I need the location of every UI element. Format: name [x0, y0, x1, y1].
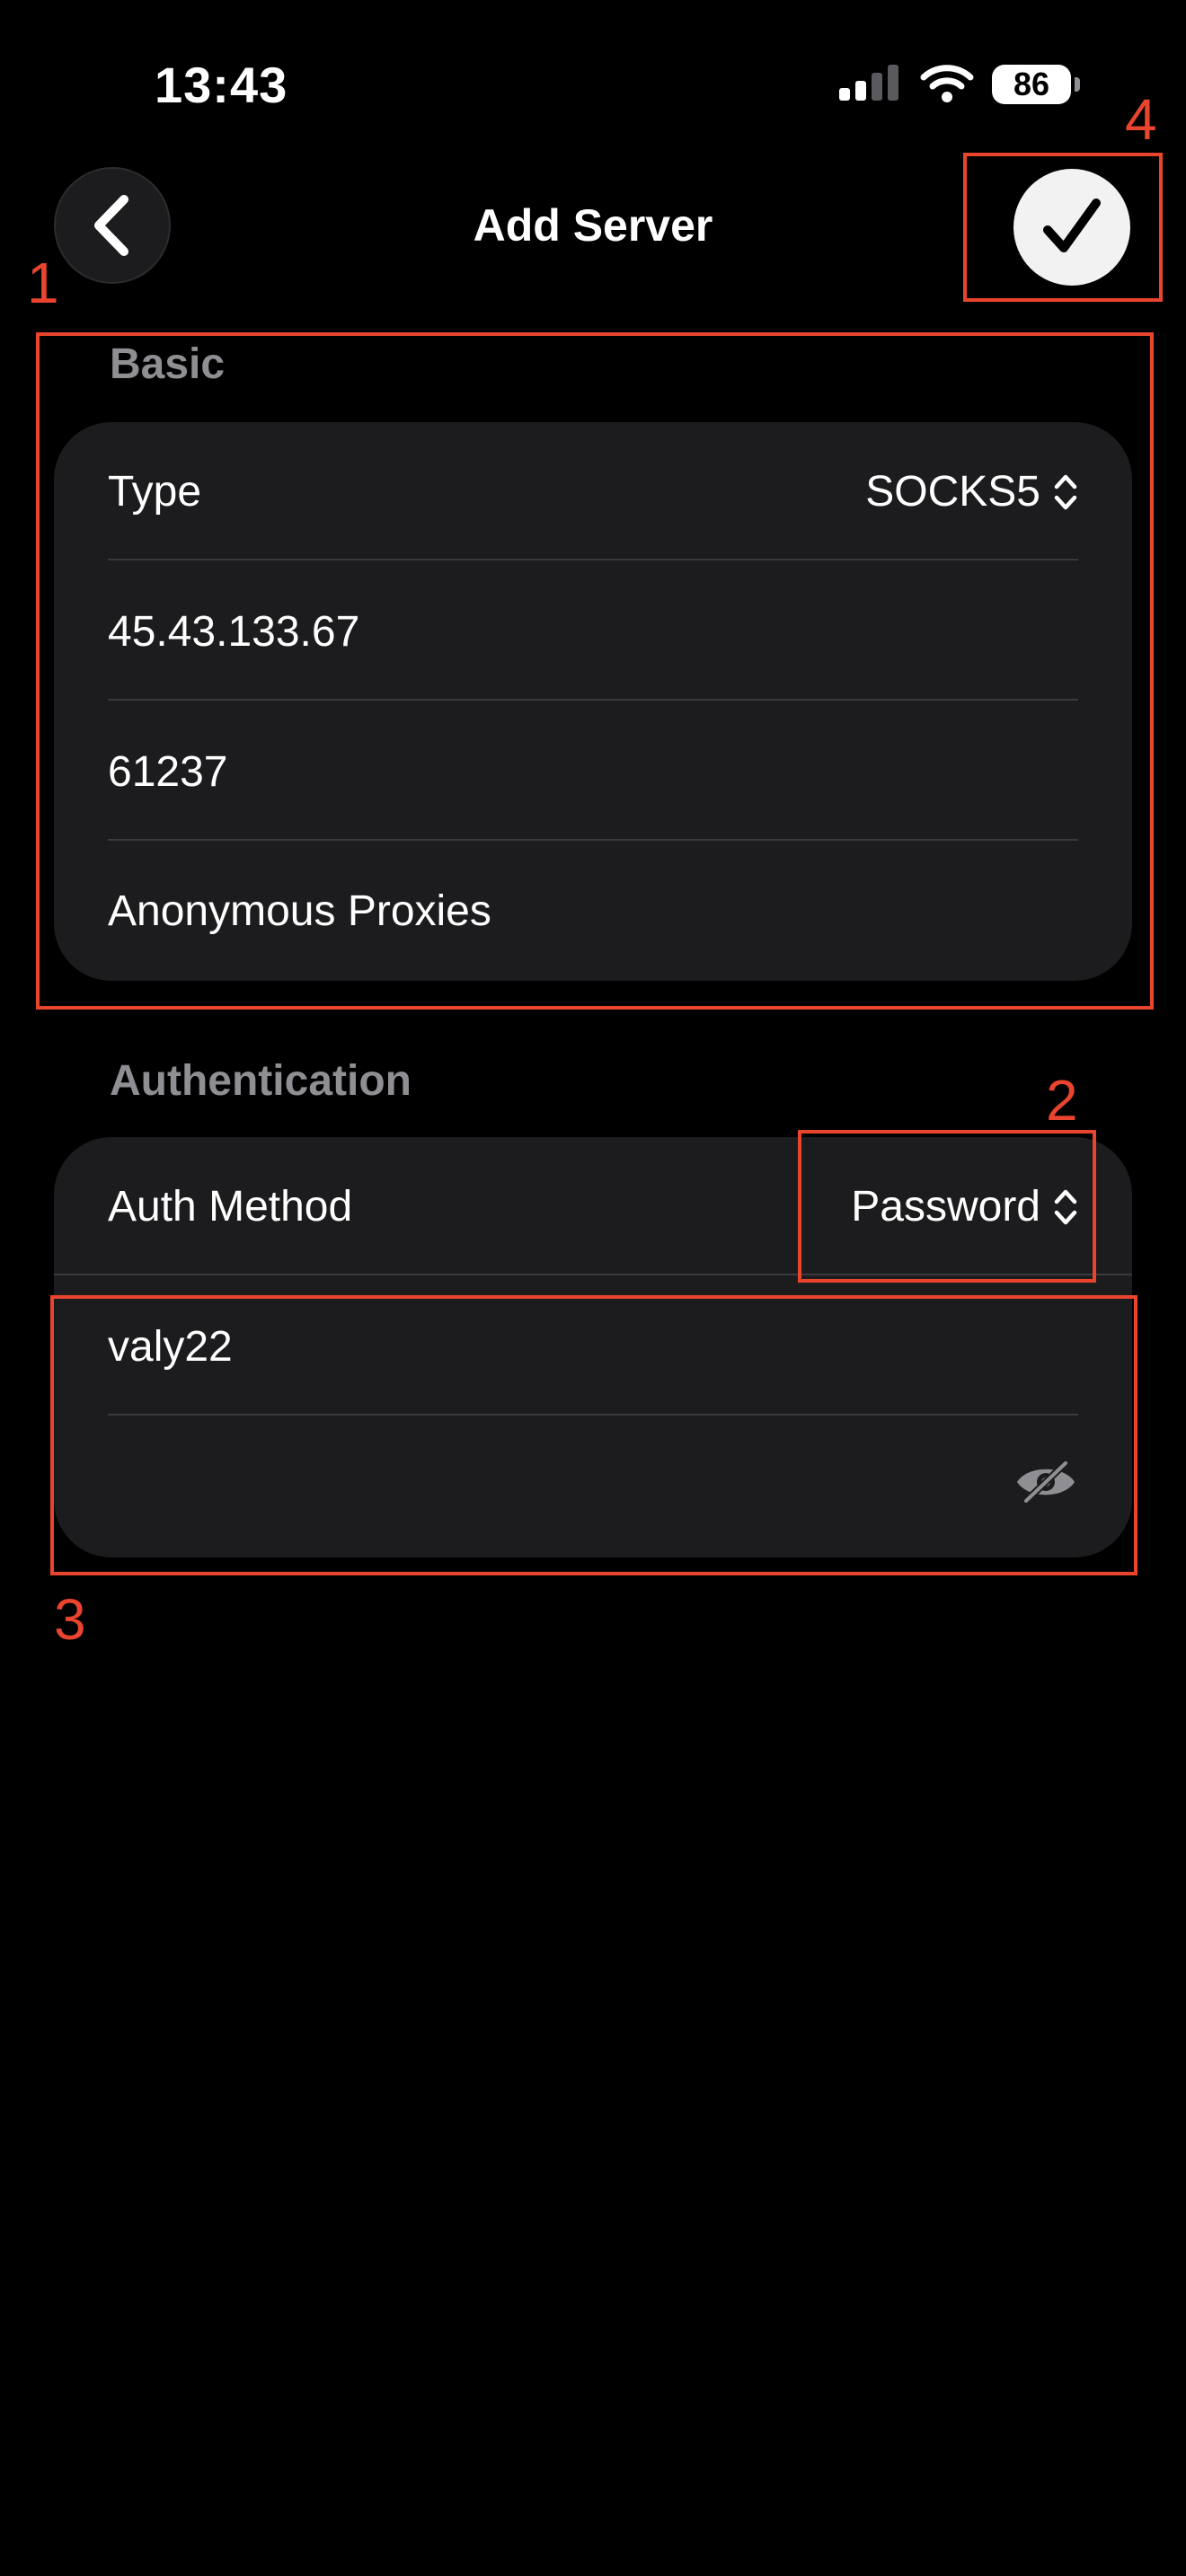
battery-icon: 86 — [992, 65, 1080, 104]
annotation-label-2: 2 — [1046, 1068, 1078, 1133]
cellular-signal-icon — [839, 65, 902, 105]
auth-method-label: Auth Method — [108, 1183, 353, 1231]
annotation-label-3: 3 — [54, 1587, 86, 1652]
section-header-authentication: Authentication — [110, 1057, 412, 1105]
annotation-box-4 — [963, 153, 1163, 302]
wifi-icon — [920, 63, 974, 107]
annotation-box-3 — [50, 1295, 1137, 1575]
annotation-label-4: 4 — [1125, 87, 1157, 152]
status-time: 13:43 — [155, 57, 288, 113]
annotation-label-1: 1 — [27, 251, 59, 315]
battery-level: 86 — [992, 65, 1071, 104]
annotation-box-1 — [36, 332, 1154, 1010]
annotation-box-2 — [798, 1130, 1096, 1283]
